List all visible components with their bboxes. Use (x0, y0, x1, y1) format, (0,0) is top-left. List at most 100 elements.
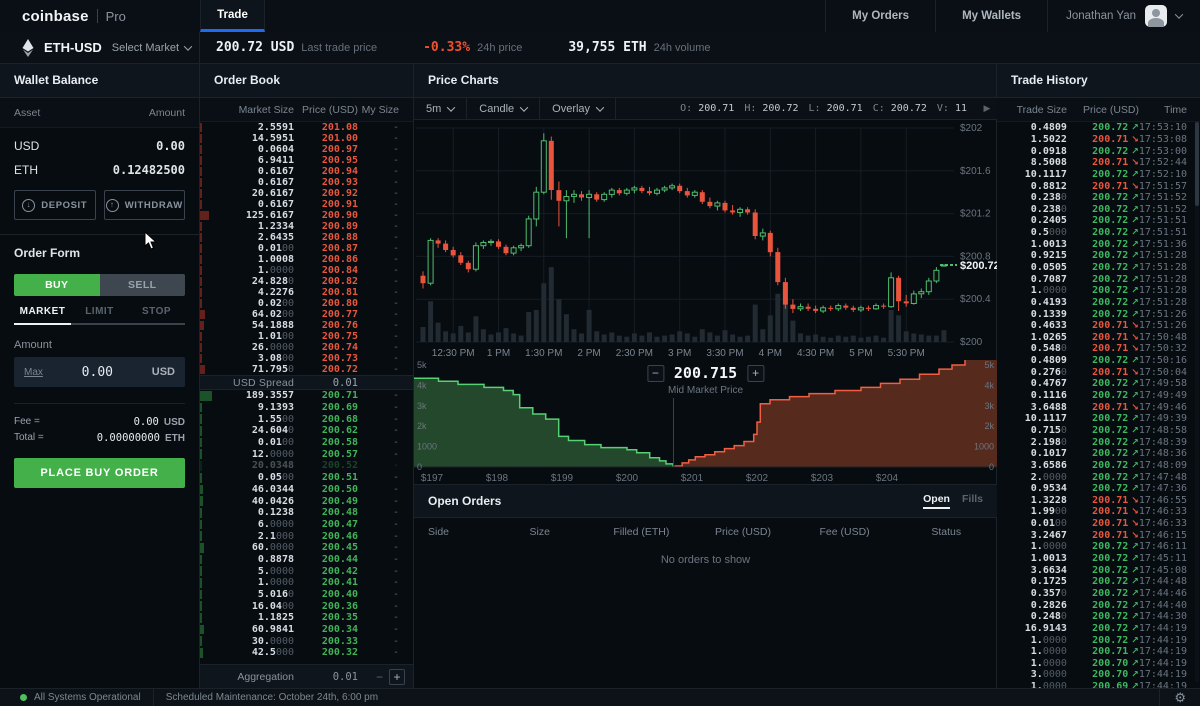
order-book-bid-row[interactable]: 5.0000200.42- (200, 565, 413, 577)
order-book-ask-row[interactable]: 2.6435200.88- (200, 232, 413, 243)
nav-my-orders[interactable]: My Orders (825, 0, 935, 32)
order-book-bid-row[interactable]: 2.1000200.46- (200, 530, 413, 542)
trade-history-row: 3.6488200.71↘17:49:46 (997, 401, 1200, 413)
order-book-bid-row[interactable]: 46.0344200.50- (200, 484, 413, 496)
withdraw-button[interactable]: ↑ WITHDRAW (104, 190, 186, 220)
divider (14, 403, 185, 404)
change-24h-label: 24h price (477, 42, 522, 54)
tab-trade[interactable]: Trade (200, 0, 265, 32)
order-book-bid-row[interactable]: 1.0000200.41- (200, 577, 413, 589)
collapse-panel-icon[interactable]: ▶ (977, 103, 997, 114)
trade-history-row: 1.0000200.72↗17:51:28 (997, 285, 1200, 297)
trade-history-panel: Trade History Trade Size Price (USD) Tim… (997, 64, 1200, 688)
order-book-ask-row[interactable]: 14.5951201.00- (200, 133, 413, 144)
order-book-columns: Market Size Price (USD) My Size (200, 98, 413, 122)
order-book-bid-row[interactable]: 0.1238200.48- (200, 507, 413, 519)
order-book-ask-row[interactable]: 54.1888200.76- (200, 320, 413, 331)
order-book-bid-row[interactable]: 40.0426200.49- (200, 495, 413, 507)
tab-open[interactable]: Open (923, 493, 950, 509)
order-book-ask-row[interactable]: 1.0008200.86- (200, 254, 413, 265)
order-book-bid-row[interactable]: 60.9841200.34- (200, 624, 413, 636)
brand-sub: Pro (106, 9, 126, 24)
order-book-ask-row[interactable]: 0.6167200.94- (200, 166, 413, 177)
svg-text:$201: $201 (681, 473, 704, 484)
trade-history-row: 0.0918200.72↗17:53:00 (997, 145, 1200, 157)
order-book-ask-row[interactable]: 2.5591201.08- (200, 122, 413, 133)
svg-text:3k: 3k (984, 401, 994, 411)
wallet-columns: AssetAmount (0, 98, 199, 128)
order-book-bid-row[interactable]: 0.8878200.44- (200, 554, 413, 566)
nav-my-wallets[interactable]: My Wallets (935, 0, 1047, 32)
order-book-bid-row[interactable]: 24.6040200.62- (200, 425, 413, 437)
order-book-bid-row[interactable]: 60.0000200.45- (200, 542, 413, 554)
order-book-bid-row[interactable]: 6.0000200.47- (200, 519, 413, 531)
open-orders-empty-text: No orders to show (414, 554, 997, 566)
svg-text:3k: 3k (417, 401, 427, 411)
order-book-ask-row[interactable]: 0.0100200.87- (200, 243, 413, 254)
candlestick-chart[interactable]: $202$201.6$201.2$200.8$200.4$200$200.721… (414, 120, 997, 358)
place-buy-order-button[interactable]: PLACE BUY ORDER (14, 458, 185, 488)
order-book-bid-row[interactable]: 189.3557200.71- (200, 390, 413, 402)
tab-fills[interactable]: Fills (962, 493, 983, 509)
order-book-ask-row[interactable]: 0.0604200.97- (200, 144, 413, 155)
order-book-bid-row[interactable]: 1.5500200.68- (200, 413, 413, 425)
svg-text:1000: 1000 (974, 442, 994, 452)
svg-text:4:30 PM: 4:30 PM (797, 348, 834, 358)
trade-history-row: 0.9534200.72↗17:47:36 (997, 483, 1200, 495)
trade-history-row: 2.1980200.72↗17:48:39 (997, 436, 1200, 448)
coinbase-logo[interactable]: coinbase Pro (0, 0, 200, 32)
system-status[interactable]: All Systems Operational (34, 692, 141, 703)
order-book-bid-row[interactable]: 16.0400200.36- (200, 600, 413, 612)
trade-history-row: 1.0000200.70↗17:44:19 (997, 657, 1200, 669)
order-book-bid-row[interactable]: 0.0100200.58- (200, 437, 413, 449)
order-book-ask-row[interactable]: 0.6167200.91- (200, 199, 413, 210)
interval-dropdown[interactable]: 5m (414, 98, 467, 119)
order-book-ask-row[interactable]: 6.9411200.95- (200, 155, 413, 166)
order-book-ask-row[interactable]: 24.8280200.82- (200, 276, 413, 287)
tab-market[interactable]: MARKET (14, 306, 71, 325)
aggregation-decrease-button[interactable]: − (370, 670, 389, 684)
order-book-ask-row[interactable]: 64.0200200.77- (200, 309, 413, 320)
max-link[interactable]: Max (24, 367, 43, 378)
order-book-bid-row[interactable]: 12.0000200.57- (200, 448, 413, 460)
order-book-ask-row[interactable]: 20.6167200.92- (200, 188, 413, 199)
depth-chart[interactable]: 5k5k4k4k3k3k2k2k1000100000$197$198$199$2… (414, 360, 997, 486)
zoom-out-button[interactable]: − (647, 365, 664, 382)
user-menu[interactable]: Jonathan Yan (1047, 0, 1200, 32)
order-book-bid-row[interactable]: 0.0500200.51- (200, 472, 413, 484)
trade-history-row: 10.1117200.72↗17:52:10 (997, 169, 1200, 181)
trade-history-scrollbar[interactable] (1195, 122, 1199, 682)
select-market-dropdown[interactable]: Select Market (112, 42, 191, 54)
buy-tab[interactable]: BUY (14, 274, 100, 296)
sell-tab[interactable]: SELL (100, 274, 186, 296)
order-book-bid-row[interactable]: 1.1825200.35- (200, 612, 413, 624)
order-book-ask-row[interactable]: 1.0000200.84- (200, 265, 413, 276)
aggregation-increase-button[interactable]: + (389, 669, 405, 685)
order-book-ask-row[interactable]: 0.6167200.93- (200, 177, 413, 188)
tab-stop[interactable]: STOP (128, 306, 185, 323)
amount-input[interactable]: Max 0.00 USD (14, 357, 185, 387)
order-book-bid-row[interactable]: 42.5000200.32- (200, 647, 413, 659)
deposit-button[interactable]: ↓ DEPOSIT (14, 190, 96, 220)
order-book-bid-row[interactable]: 5.0160200.40- (200, 589, 413, 601)
zoom-in-button[interactable]: + (747, 365, 764, 382)
order-book-bid-row[interactable]: 30.0000200.33- (200, 635, 413, 647)
tab-limit[interactable]: LIMIT (71, 306, 128, 323)
svg-text:5:30 PM: 5:30 PM (888, 348, 925, 358)
order-book-ask-row[interactable]: 125.6167200.90- (200, 210, 413, 221)
overlay-dropdown[interactable]: Overlay (540, 98, 616, 119)
settings-gear-icon[interactable]: ⚙ (1159, 689, 1200, 706)
order-book-ask-row[interactable]: 3.0800200.73- (200, 353, 413, 364)
order-book-ask-row[interactable]: 0.0200200.80- (200, 298, 413, 309)
order-book-bids: 189.3557200.71-9.1393200.69-1.5500200.68… (200, 390, 413, 659)
order-book-bid-row[interactable]: 20.0348200.52- (200, 460, 413, 472)
order-book-bid-row[interactable]: 9.1393200.69- (200, 402, 413, 414)
order-book-ask-row[interactable]: 1.0100200.75- (200, 331, 413, 342)
amount-unit: USD (152, 366, 175, 378)
trade-history-row: 1.0000200.72↗17:44:19 (997, 634, 1200, 646)
order-book-ask-row[interactable]: 1.2334200.89- (200, 221, 413, 232)
order-book-ask-row[interactable]: 4.2276200.81- (200, 287, 413, 298)
chart-type-dropdown[interactable]: Candle (467, 98, 540, 119)
order-book-ask-row[interactable]: 71.7950200.72- (200, 364, 413, 375)
order-book-ask-row[interactable]: 26.0000200.74- (200, 342, 413, 353)
